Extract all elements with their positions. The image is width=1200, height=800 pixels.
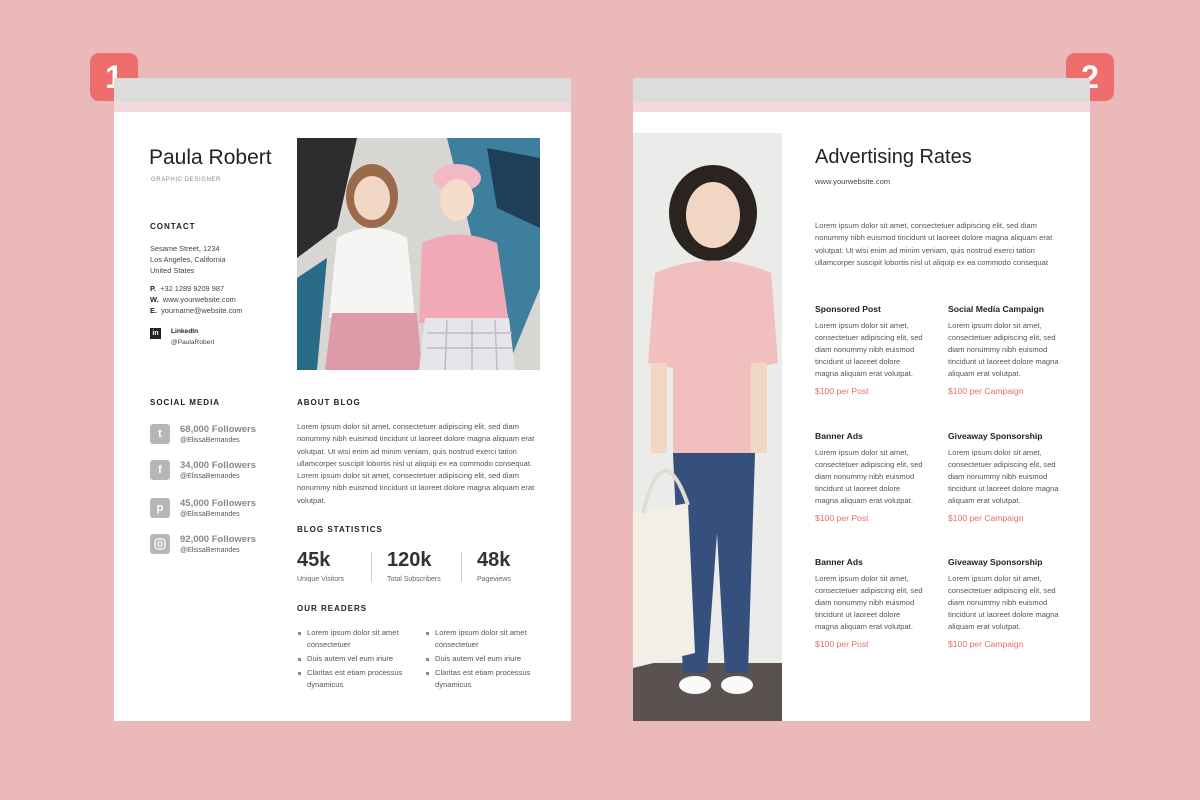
social-handle: @ElissaBernandes <box>180 547 240 554</box>
rate-title: Giveaway Sponsorship <box>948 557 1043 567</box>
profile-role: GRAPHIC DESIGNER <box>151 177 221 183</box>
rate-title: Giveaway Sponsorship <box>948 431 1043 441</box>
address-line: Los Angeles, California <box>150 255 226 264</box>
contact-details: P. +32 1289 9209 987 W. www.yourwebsite.… <box>150 283 280 316</box>
follower-count: 34,000 Followers <box>180 460 257 471</box>
rate-description: Lorem ipsum dolor sit amet, consectetuer… <box>815 448 923 506</box>
list-item: Duis autem vel eum iriure <box>297 653 422 665</box>
address-line: Sesame Street, 1234 <box>150 244 220 253</box>
list-item: Duis autem vel eum iriure <box>425 653 550 665</box>
web-label: W. <box>150 295 159 304</box>
rate-title: Banner Ads <box>815 431 863 441</box>
social-media-heading: SOCIAL MEDIA <box>150 398 221 407</box>
linkedin-label: LinkedIn <box>171 328 199 335</box>
rate-price: $100 per Campaign <box>948 513 1024 524</box>
rate-card-social-media-campaign: Social Media Campaign Lorem ipsum dolor … <box>948 304 1060 396</box>
advertising-intro: Lorem ipsum dolor sit amet, consectetuer… <box>815 221 1053 267</box>
rate-description: Lorem ipsum dolor sit amet, consectetuer… <box>948 448 1059 506</box>
rate-description: Lorem ipsum dolor sit amet, consectetuer… <box>815 574 923 632</box>
social-handle: @ElissaBernandes <box>180 437 240 444</box>
phone-value: +32 1289 9209 987 <box>160 284 225 293</box>
bloggers-photo <box>297 138 540 370</box>
address-line: United States <box>150 266 195 275</box>
follower-count: 45,000 Followers <box>180 498 257 509</box>
media-kit-page-1: Paula Robert GRAPHIC DESIGNER CONTACT Se… <box>114 78 571 721</box>
list-item: Claritas est etiam processus dynamicus <box>297 667 422 691</box>
social-item-pinterest[interactable]: p 45,000 Followers @ElissaBernandes <box>150 498 256 520</box>
web-value[interactable]: www.yourwebsite.com <box>163 295 236 304</box>
stat-total-subscribers: 120k Total Subscribers <box>387 549 441 585</box>
rate-description: Lorem ipsum dolor sit amet, consectetuer… <box>948 574 1059 632</box>
twitter-icon: t <box>150 424 170 444</box>
rate-card-banner-ads: Banner Ads Lorem ipsum dolor sit amet, c… <box>815 431 923 523</box>
website-url[interactable]: www.yourwebsite.com <box>815 176 890 187</box>
contact-address: Sesame Street, 1234 Los Angeles, Califor… <box>150 243 270 276</box>
page-top-bar <box>114 78 571 102</box>
rate-title: Social Media Campaign <box>948 304 1044 314</box>
rate-price: $100 per Post <box>815 386 869 397</box>
list-item: Lorem ipsum dolor sit amet consectetuer <box>425 627 550 651</box>
rate-description: Lorem ipsum dolor sit amet, consectetuer… <box>948 321 1059 379</box>
model-photo <box>633 133 782 721</box>
readers-list-right: Lorem ipsum dolor sit amet consectetuer … <box>425 627 550 693</box>
follower-count: 92,000 Followers <box>180 534 257 545</box>
rate-price: $100 per Campaign <box>948 386 1024 397</box>
stat-label: Unique Visitors <box>297 576 344 583</box>
social-handle: @ElissaBernandes <box>180 473 240 480</box>
rate-card-sponsored-post: Sponsored Post Lorem ipsum dolor sit ame… <box>815 304 923 396</box>
contact-heading: CONTACT <box>150 222 196 231</box>
rate-title: Banner Ads <box>815 557 863 567</box>
advertising-rates-title: Advertising Rates <box>815 146 972 168</box>
rate-price: $100 per Post <box>815 639 869 650</box>
rate-card-giveaway-sponsorship: Giveaway Sponsorship Lorem ipsum dolor s… <box>948 431 1060 523</box>
rate-title: Sponsored Post <box>815 304 881 314</box>
readers-list-left: Lorem ipsum dolor sit amet consectetuer … <box>297 627 422 693</box>
stat-label: Total Subscribers <box>387 576 441 583</box>
stat-value: 45k <box>297 549 331 571</box>
media-kit-page-2: Advertising Rates www.yourwebsite.com Lo… <box>633 78 1090 721</box>
about-blog-heading: ABOUT BLOG <box>297 398 361 407</box>
stat-value: 48k <box>477 549 511 571</box>
stat-unique-visitors: 45k Unique Visitors <box>297 549 344 585</box>
rate-description: Lorem ipsum dolor sit amet, consectetuer… <box>815 321 923 379</box>
linkedin-icon: in <box>150 328 161 339</box>
rate-card-banner-ads: Banner Ads Lorem ipsum dolor sit amet, c… <box>815 557 923 649</box>
social-handle: @ElissaBernandes <box>180 511 240 518</box>
pinterest-icon: p <box>150 498 170 518</box>
social-item-instagram[interactable]: 92,000 Followers @ElissaBernandes <box>150 534 256 556</box>
facebook-icon: f <box>150 460 170 480</box>
linkedin-handle: @PaulaRobert <box>171 339 215 346</box>
stat-label: Pageviews <box>477 576 511 583</box>
rate-price: $100 per Post <box>815 513 869 524</box>
social-item-twitter[interactable]: t 68,000 Followers @ElissaBernandes <box>150 424 256 446</box>
page-top-band <box>633 102 1090 112</box>
list-item: Claritas est etiam processus dynamicus <box>425 667 550 691</box>
linkedin-contact[interactable]: in LinkedIn @PaulaRobert <box>150 326 280 348</box>
phone-label: P. <box>150 284 157 293</box>
about-blog-text: Lorem ipsum dolor sit amet, consectetuer… <box>297 422 535 505</box>
rate-card-giveaway-sponsorship: Giveaway Sponsorship Lorem ipsum dolor s… <box>948 557 1060 649</box>
stat-pageviews: 48k Pageviews <box>477 549 511 585</box>
rate-price: $100 per Campaign <box>948 639 1024 650</box>
stat-divider <box>461 552 462 582</box>
stat-divider <box>371 552 372 582</box>
follower-count: 68,000 Followers <box>180 424 257 435</box>
blog-statistics-heading: BLOG STATISTICS <box>297 525 383 534</box>
page-top-band <box>114 102 571 112</box>
stat-value: 120k <box>387 549 432 571</box>
our-readers-heading: OUR READERS <box>297 604 368 613</box>
page-top-bar <box>633 78 1090 102</box>
email-label: E. <box>150 306 157 315</box>
profile-name: Paula Robert <box>149 146 272 169</box>
instagram-icon <box>150 534 170 554</box>
email-value[interactable]: yourname@website.com <box>161 306 242 315</box>
list-item: Lorem ipsum dolor sit amet consectetuer <box>297 627 422 651</box>
social-item-facebook[interactable]: f 34,000 Followers @ElissaBernandes <box>150 460 256 482</box>
